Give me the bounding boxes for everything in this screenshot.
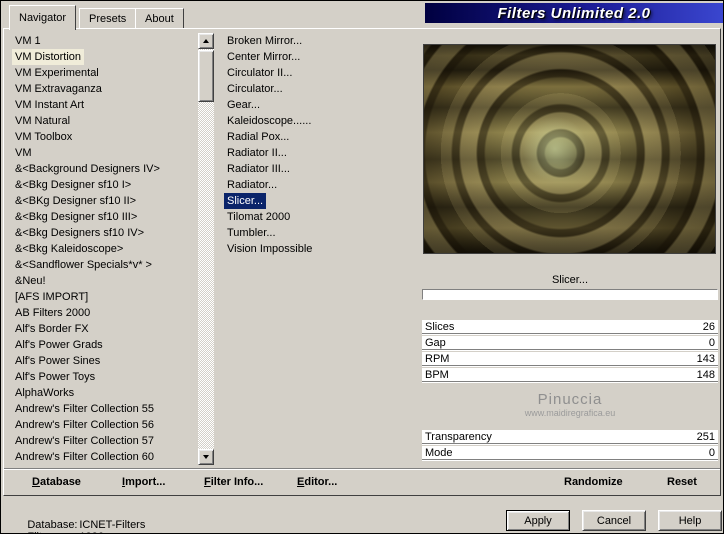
filter-item[interactable]: Center Mirror... (224, 49, 303, 65)
parameter-value: 251 (696, 430, 715, 443)
parameter-value: 0 (708, 336, 715, 349)
reset-button[interactable]: Reset (667, 476, 697, 488)
parameter-slider-row[interactable]: Gap 0 (422, 336, 718, 351)
filter-item[interactable]: Broken Mirror... (224, 33, 305, 49)
filter-item[interactable]: Radial Pox... (224, 129, 292, 145)
parameter-name: Transparency (425, 430, 492, 443)
preview-panel: Slicer... Slices 26 Gap 0 RPM 143 BPM 148 Pinuc… (422, 32, 718, 468)
scrollbar-thumb[interactable] (198, 50, 214, 102)
category-item[interactable]: VM Experimental (12, 65, 102, 81)
filter-item[interactable]: Gear... (224, 97, 263, 113)
current-filter-name: Slicer... (551, 274, 589, 286)
category-item[interactable]: &<Background Designers IV> (12, 161, 163, 177)
parameter-slider-row[interactable]: BPM 148 (422, 368, 718, 383)
category-item[interactable]: &<Bkg Designer sf10 III> (12, 209, 140, 225)
filter-info-button[interactable]: Filter Info... (204, 476, 263, 488)
filter-item[interactable]: Tilomat 2000 (224, 209, 293, 225)
filter-item[interactable]: Vision Impossible (224, 241, 315, 257)
parameter-name: BPM (425, 368, 449, 381)
app-title: Filters Unlimited 2.0 (497, 4, 651, 22)
category-item[interactable]: VM Extravaganza (12, 81, 105, 97)
category-item[interactable]: Alf's Power Sines (12, 353, 103, 369)
help-button[interactable]: Help (658, 510, 722, 531)
parameter-name: Slices (425, 320, 455, 333)
tab-about[interactable]: About (135, 8, 184, 28)
randomize-button[interactable]: Randomize (564, 476, 623, 488)
category-item[interactable]: Andrew's Filter Collection 56 (12, 417, 157, 433)
filter-item[interactable]: Tumbler... (224, 225, 279, 241)
filter-item[interactable]: Slicer... (224, 193, 267, 209)
category-item[interactable]: VM Instant Art (12, 97, 87, 113)
scroll-down-icon (203, 455, 209, 459)
title-banner: Filters Unlimited 2.0 (425, 3, 723, 23)
parameter-slider-row[interactable]: Slices 26 (422, 320, 718, 335)
parameter-slider-row[interactable]: RPM 143 (422, 352, 718, 367)
filter-item[interactable]: Kaleidoscope...... (224, 113, 314, 129)
category-item[interactable]: &<Bkg Designer sf10 I> (12, 177, 134, 193)
category-item[interactable]: Andrew's Filter Collection 60 (12, 449, 157, 465)
navigator-tab-page: VM 1 VM Distortion VM Experimental VM Extra… (3, 28, 721, 496)
parameter-slider-row[interactable]: Mode 0 (422, 446, 718, 461)
cancel-button[interactable]: Cancel (582, 510, 646, 531)
category-item[interactable]: Andrew's Filter Collection 55 (12, 401, 157, 417)
category-item[interactable]: AB Filters 2000 (12, 305, 93, 321)
parameter-name: Mode (425, 446, 453, 459)
category-item[interactable]: &Neu! (12, 273, 49, 289)
category-item[interactable]: VM (12, 145, 35, 161)
import-button[interactable]: Import... (122, 476, 165, 488)
category-scrollbar[interactable] (198, 33, 214, 465)
filter-item[interactable]: Circulator II... (224, 65, 295, 81)
parameter-group-top: Slices 26 Gap 0 RPM 143 BPM 148 (422, 320, 718, 383)
apply-button[interactable]: Apply (506, 510, 570, 531)
scroll-up-icon (203, 39, 209, 43)
category-item[interactable]: Alf's Border FX (12, 321, 92, 337)
filter-item[interactable]: Radiator III... (224, 161, 293, 177)
category-item[interactable]: &<Bkg Designers sf10 IV> (12, 225, 147, 241)
category-list: VM 1 VM Distortion VM Experimental VM Extra… (12, 33, 196, 467)
filter-item[interactable]: Radiator II... (224, 145, 290, 161)
watermark-url: www.maidiregrafica.eu (524, 408, 616, 418)
progress-bar (422, 289, 718, 300)
category-item[interactable]: VM Toolbox (12, 129, 75, 145)
tab-navigator[interactable]: Navigator (9, 5, 77, 30)
filter-preview-image (423, 44, 716, 254)
tab-presets[interactable]: Presets (79, 8, 137, 28)
editor-button[interactable]: Editor... (297, 476, 337, 488)
watermark-name: Pinuccia (537, 391, 603, 408)
category-item[interactable]: Alf's Power Grads (12, 337, 106, 353)
parameter-value: 143 (696, 352, 715, 365)
parameter-list: Slices 26 Gap 0 RPM 143 BPM 148 Pinuccia www.ma… (422, 320, 718, 462)
filters-unlimited-window: Navigator Presets About Filters Unlimite… (0, 0, 724, 534)
category-item[interactable]: Andrew's Filter Collection 57 (12, 433, 157, 449)
scroll-up-button[interactable] (198, 33, 214, 49)
category-item[interactable]: &<BKg Designer sf10 II> (12, 193, 139, 209)
parameter-name: RPM (425, 352, 450, 365)
parameter-value: 26 (702, 320, 715, 333)
category-item[interactable]: VM 1 (12, 33, 44, 49)
filter-item[interactable]: Circulator... (224, 81, 286, 97)
parameter-value: 0 (708, 446, 715, 459)
category-item[interactable]: VM Distortion (12, 49, 85, 65)
category-item[interactable]: [AFS IMPORT] (12, 289, 91, 305)
category-item[interactable]: AlphaWorks (12, 385, 77, 401)
category-item[interactable]: VM Natural (12, 113, 73, 129)
category-item[interactable]: &<Sandflower Specials*v* > (12, 257, 155, 273)
parameter-name: Gap (425, 336, 446, 349)
category-item[interactable]: Alf's Power Toys (12, 369, 98, 385)
filter-list: Broken Mirror... Center Mirror... Circulat… (224, 33, 416, 467)
category-item[interactable]: &<Bkg Kaleidoscope> (12, 241, 126, 257)
parameter-group-bottom: Transparency 251 Mode 0 (422, 430, 718, 461)
status-bar: Database:ICNET-Filters Filters:1226 Appl… (1, 496, 723, 533)
filter-item[interactable]: Radiator... (224, 177, 280, 193)
parameter-value: 148 (696, 368, 715, 381)
database-button[interactable]: Database (32, 476, 81, 488)
parameter-slider-row[interactable]: Transparency 251 (422, 430, 718, 445)
filters-status: Filters:1226 (9, 519, 103, 533)
scroll-down-button[interactable] (198, 449, 214, 465)
watermark: Pinuccia www.maidiregrafica.eu (422, 384, 718, 430)
bottom-toolbar: Database Import... Filter Info... Editor… (4, 468, 720, 495)
